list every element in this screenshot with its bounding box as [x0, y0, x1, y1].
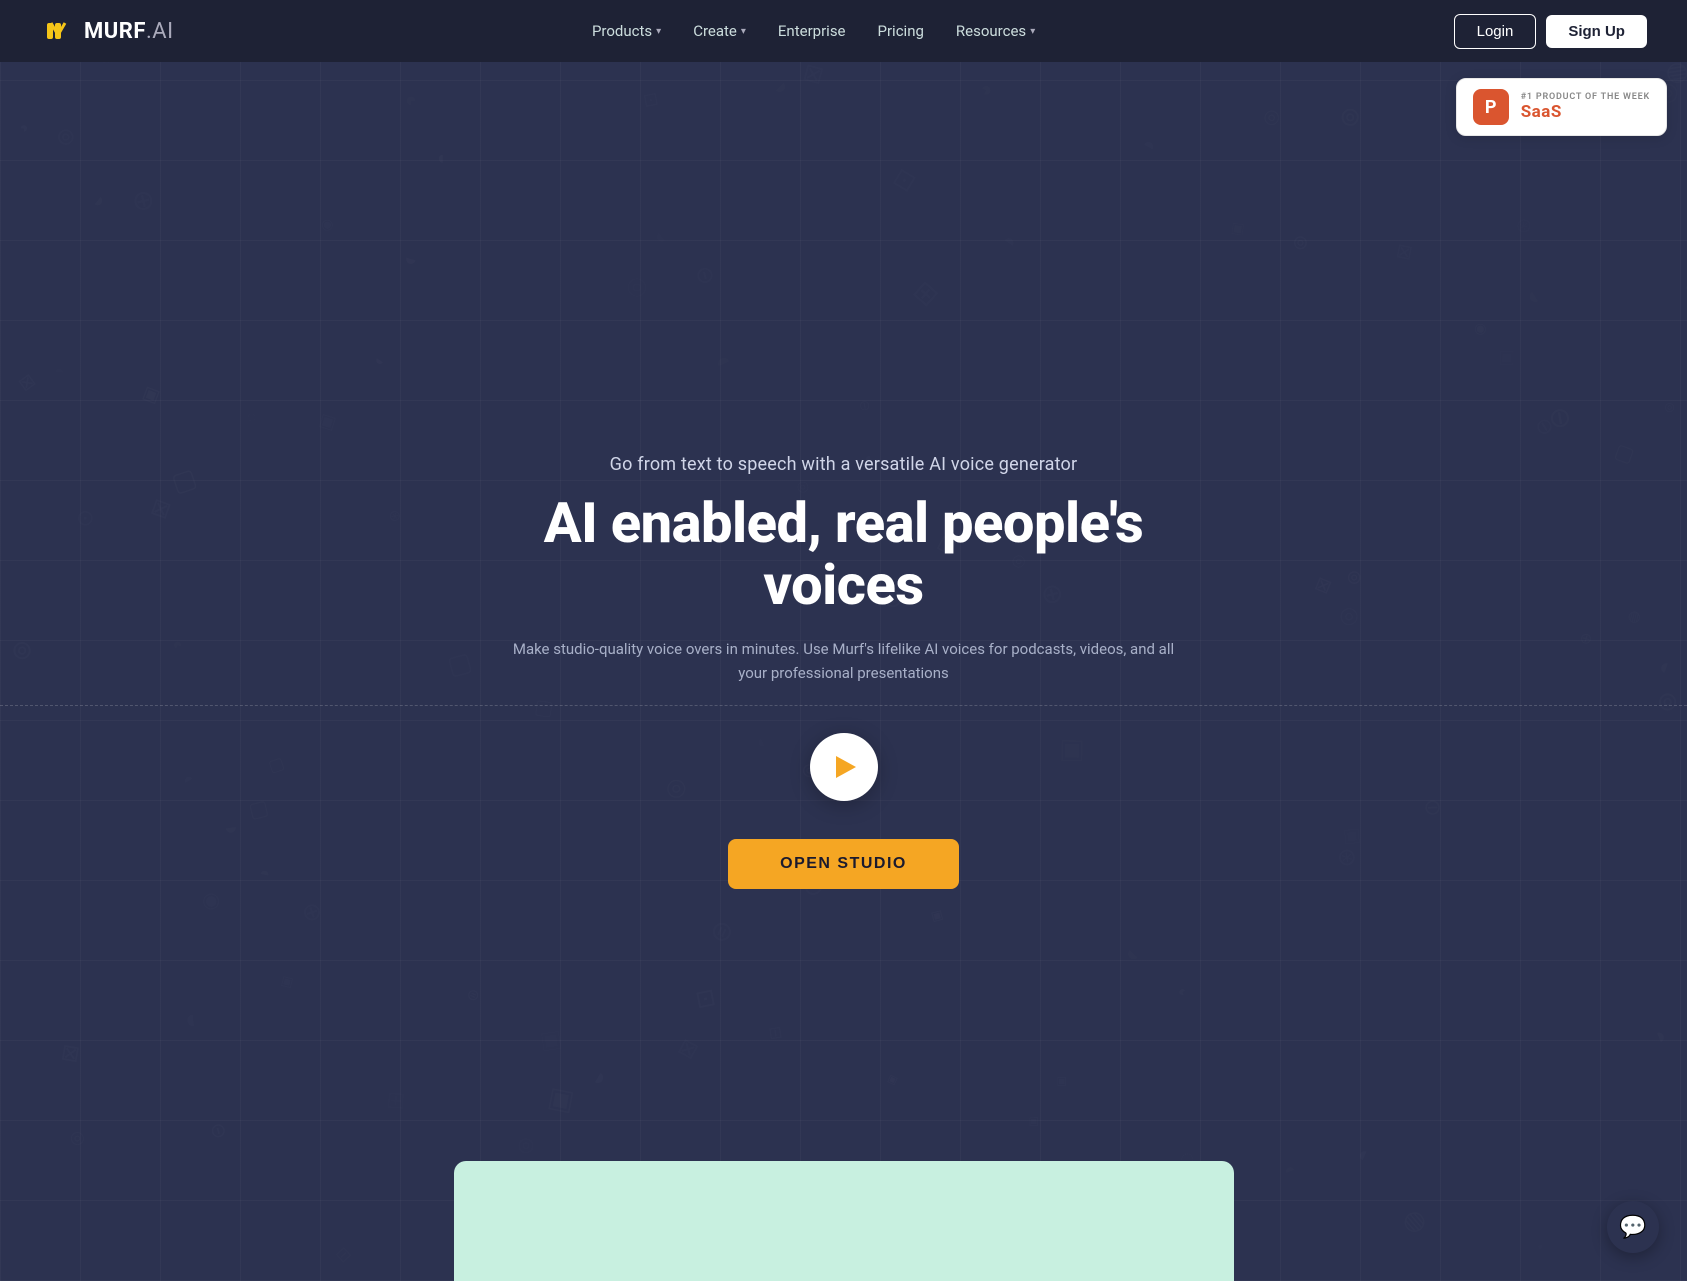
play-button[interactable] — [810, 733, 878, 801]
signup-button[interactable]: Sign Up — [1546, 15, 1647, 48]
hero-section: ◈◕◐▣◎⊟◓⊟◑⊙◗⊚◈⊠⊚◌◈⊜⊚▢⊕◎◌◕◑◐⊠◗⊘◍▢◉⊠◒◕▢◐◍◒◑… — [0, 0, 1687, 1281]
chevron-down-icon: ▾ — [656, 26, 661, 37]
nav-item-products[interactable]: Products ▾ — [580, 14, 673, 48]
play-section — [474, 733, 1214, 801]
product-hunt-logo: P — [1473, 89, 1509, 125]
product-hunt-label: #1 PRODUCT OF THE WEEK — [1521, 92, 1650, 102]
open-studio-button[interactable]: OPEN STUDIO — [728, 839, 959, 889]
hero-description: Make studio-quality voice overs in minut… — [504, 637, 1184, 685]
hero-subtitle: Go from text to speech with a versatile … — [474, 454, 1214, 475]
logo[interactable]: MURF.AI — [40, 13, 174, 49]
bottom-preview — [454, 1161, 1234, 1281]
product-hunt-product-name: SaaS — [1521, 102, 1650, 122]
nav-item-resources[interactable]: Resources ▾ — [944, 14, 1047, 48]
nav-item-create[interactable]: Create ▾ — [681, 14, 758, 48]
hero-content: Go from text to speech with a versatile … — [454, 454, 1234, 888]
murf-logo-icon — [40, 13, 76, 49]
play-icon — [836, 756, 856, 778]
chat-bubble[interactable]: 💬 — [1607, 1201, 1659, 1253]
product-hunt-text: #1 PRODUCT OF THE WEEK SaaS — [1521, 92, 1650, 122]
hero-title: AI enabled, real people's voices — [474, 493, 1214, 616]
login-button[interactable]: Login — [1454, 14, 1537, 49]
product-hunt-badge[interactable]: P #1 PRODUCT OF THE WEEK SaaS — [1456, 78, 1667, 136]
nav-links: Products ▾ Create ▾ Enterprise Pricing R… — [580, 14, 1047, 48]
navbar: MURF.AI Products ▾ Create ▾ Enterprise P… — [0, 0, 1687, 62]
chevron-down-icon: ▾ — [1030, 26, 1035, 37]
nav-item-pricing[interactable]: Pricing — [866, 14, 936, 48]
nav-item-enterprise[interactable]: Enterprise — [766, 14, 858, 48]
chevron-down-icon: ▾ — [741, 26, 746, 37]
chat-icon: 💬 — [1619, 1215, 1646, 1240]
nav-auth: Login Sign Up — [1454, 14, 1647, 49]
logo-text: MURF.AI — [84, 19, 174, 44]
